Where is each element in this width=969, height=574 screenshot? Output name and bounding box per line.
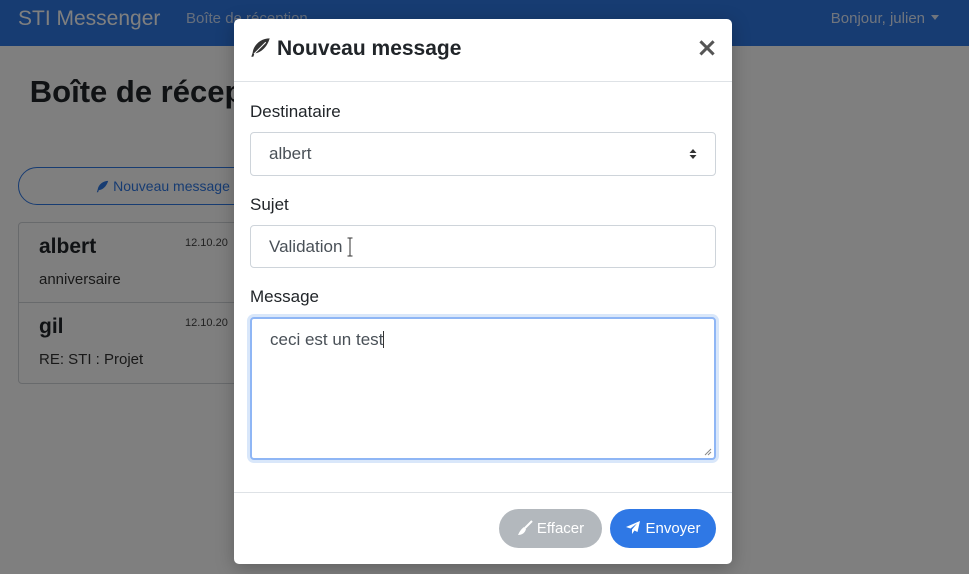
broom-icon [517, 520, 533, 535]
clear-button[interactable]: Effacer [499, 509, 602, 548]
modal-title-text: Nouveau message [277, 37, 462, 60]
subject-value: Validation [269, 237, 343, 256]
resize-handle-icon[interactable] [704, 448, 712, 456]
modal-footer: Effacer Envoyer [234, 492, 732, 564]
recipient-label: Destinataire [250, 102, 341, 121]
feather-icon [251, 38, 270, 57]
clear-button-label: Effacer [536, 520, 585, 537]
send-button-label: Envoyer [645, 520, 701, 537]
select-arrows-icon [689, 149, 697, 159]
text-caret [383, 331, 385, 348]
message-value: ceci est un test [270, 330, 384, 349]
message-label: Message [250, 287, 319, 306]
subject-label: Sujet [250, 195, 289, 214]
new-message-modal: Nouveau message × Destinataire albert Su… [234, 19, 732, 564]
modal-header: Nouveau message × [234, 19, 732, 82]
close-button[interactable]: × [696, 35, 718, 61]
recipient-select[interactable]: albert [250, 132, 716, 176]
recipient-selected-value: albert [269, 144, 312, 163]
modal-title: Nouveau message [250, 37, 461, 61]
subject-input[interactable]: Validation [250, 225, 716, 268]
paper-plane-icon [626, 521, 641, 534]
send-button[interactable]: Envoyer [610, 509, 716, 548]
message-textarea[interactable]: ceci est un test [250, 317, 716, 460]
text-cursor-icon [347, 237, 353, 257]
